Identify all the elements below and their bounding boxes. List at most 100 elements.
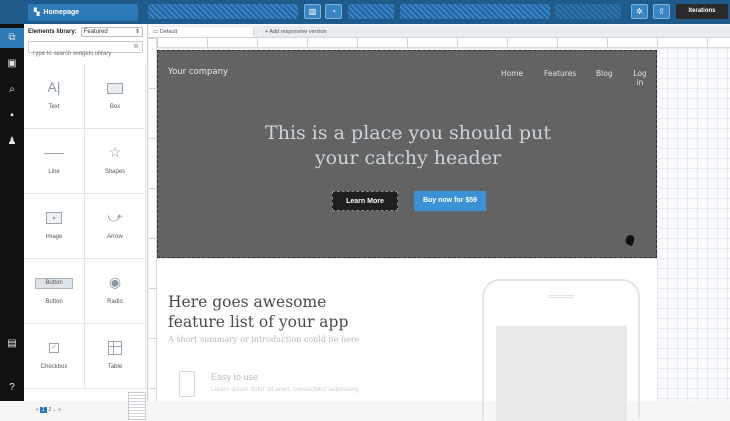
top-toolbar: ▚ Homepage ▧ ◔ ✲ ⇪ Iterations (0, 0, 730, 24)
pagination-widget-preview[interactable]: « 1 2 ... » (36, 407, 61, 413)
learn-more-button[interactable]: Learn More (332, 191, 398, 211)
ruler-tick (149, 238, 157, 239)
hero-section[interactable]: Your company Home Features Blog Log in T… (157, 50, 657, 258)
pin-icon (624, 233, 636, 247)
widget-shapes[interactable]: ☆ Shapes (85, 129, 146, 194)
search-icon[interactable]: ⌕ (0, 80, 24, 100)
image-icon: ▴ (24, 206, 84, 228)
features-heading-line-2: feature list of your app (168, 313, 349, 331)
nav-link-features[interactable]: Features (544, 69, 576, 78)
ruler-tick (707, 38, 708, 48)
arrow-icon: ⤻ (107, 209, 123, 225)
add-responsive-version-tab[interactable]: + Add responsive version (261, 27, 327, 37)
library-select-value: Featured (83, 28, 108, 35)
widget-table[interactable]: Table (85, 324, 146, 389)
features-heading-line-1: Here goes awesome (168, 293, 327, 311)
widget-arrow[interactable]: ⤻ Arrow (85, 194, 146, 259)
hero-headline-line-1: This is a place you should put (265, 122, 551, 144)
widget-image[interactable]: ▴ Image (24, 194, 85, 259)
widget-label: Radio (107, 299, 123, 305)
layers-icon[interactable]: ▣ (0, 54, 24, 74)
clear-icon[interactable]: ⊗ (133, 42, 139, 52)
help-icon[interactable]: ? (0, 378, 24, 398)
widget-label: Text (48, 104, 60, 110)
share-icon[interactable]: ⇪ (653, 4, 670, 19)
ruler-tick (357, 38, 358, 48)
left-rail: ◎ ⧉ ▣ ⌕ ▪ ♟ ▤ ? (0, 0, 24, 401)
toolbar-blurred-controls[interactable] (555, 4, 621, 19)
toolbar-blurred-controls[interactable] (400, 4, 550, 19)
widget-search[interactable]: ⊗ (28, 41, 143, 59)
ruler-tick (157, 38, 158, 48)
widget-label: Image (45, 234, 63, 240)
ruler-tick (149, 88, 157, 89)
feature-title[interactable]: Easy to use (211, 372, 258, 382)
nav-link-home[interactable]: Home (501, 69, 523, 78)
nav-link-login[interactable]: Log in (633, 69, 647, 87)
radio-icon: ◉ (108, 274, 122, 290)
gear-icon[interactable]: ✲ (631, 4, 648, 19)
checkbox-icon: ✓ (24, 336, 84, 358)
ruler-tick (207, 38, 208, 48)
widget-box[interactable]: Box (85, 64, 146, 129)
widget-radio[interactable]: ◉ Radio (85, 259, 146, 324)
line-icon (24, 141, 84, 163)
toolbar-blurred-controls[interactable] (148, 4, 298, 19)
tab-default-label: Default (159, 29, 178, 35)
ruler-tick (657, 38, 658, 48)
user-icon[interactable]: ♟ (0, 132, 24, 152)
widget-label: Shapes (104, 169, 126, 175)
chevron-down-icon: ⇕ (134, 28, 140, 35)
widget-label: Table (107, 364, 123, 370)
ruler-tick (149, 338, 157, 339)
ruler-tick (507, 38, 508, 48)
list-widget-preview[interactable] (128, 392, 146, 420)
widget-text[interactable]: A| Text (24, 64, 85, 129)
image-icon[interactable]: ▧ (304, 4, 321, 19)
page-selector-button[interactable]: ▚ Homepage (28, 4, 138, 21)
widgets-panel: Elements library: Featured ⇕ ⊗ A| Text B… (24, 24, 148, 420)
widget-label: Arrow (107, 234, 123, 240)
preview-icon[interactable]: ◔ (325, 4, 342, 19)
widget-label: Line (48, 169, 60, 175)
library-select[interactable]: Featured ⇕ (80, 26, 143, 37)
phone-mockup[interactable] (482, 279, 640, 421)
features-summary[interactable]: A short summary or introduction could be… (168, 335, 359, 344)
pages-icon[interactable]: ⧉ (0, 28, 24, 48)
nav-link-blog[interactable]: Blog (596, 69, 613, 78)
widget-search-input[interactable] (29, 49, 129, 59)
widget-button[interactable]: Button Button (24, 259, 85, 324)
button-preview: Button (35, 277, 73, 289)
ruler-tick (407, 38, 408, 48)
library-label: Elements library: (28, 28, 77, 35)
button-icon: Button (24, 271, 84, 293)
feature-icon (179, 371, 195, 397)
comments-icon[interactable]: ▪ (0, 106, 24, 126)
storage-icon[interactable]: ▤ (0, 334, 24, 354)
iterations-button[interactable]: Iterations (676, 4, 728, 19)
features-section[interactable]: Here goes awesome feature list of your a… (157, 259, 657, 421)
ruler-tick (457, 38, 458, 48)
ruler-tick (149, 288, 157, 289)
ruler-tick (607, 38, 608, 48)
star-icon: ☆ (108, 144, 122, 160)
ruler-tick (149, 388, 157, 389)
widget-label: Checkbox (40, 364, 68, 370)
widget-checkbox[interactable]: ✓ Checkbox (24, 324, 85, 389)
hero-headline-line-2: your catchy header (314, 147, 502, 169)
desktop-icon: ▭ (153, 29, 160, 35)
buy-now-button[interactable]: Buy now for $59 (414, 191, 486, 211)
library-row: Elements library: Featured ⇕ (24, 24, 147, 39)
feature-text[interactable]: Lorem ipsum dolor sit amet, consectetur … (211, 386, 359, 393)
tab-default[interactable]: ▭ Default (149, 27, 254, 37)
toolbar-blurred-controls[interactable] (348, 4, 394, 19)
widget-line[interactable]: Line (24, 129, 85, 194)
features-heading[interactable]: Here goes awesome feature list of your a… (168, 292, 428, 332)
ruler-tick (307, 38, 308, 48)
phone-screen (496, 326, 627, 421)
hero-headline[interactable]: This is a place you should put your catc… (158, 121, 658, 171)
brand-text[interactable]: Your company (168, 67, 228, 77)
ruler-tick (149, 38, 157, 39)
widget-label: Box (109, 104, 121, 110)
box-icon (85, 76, 145, 98)
